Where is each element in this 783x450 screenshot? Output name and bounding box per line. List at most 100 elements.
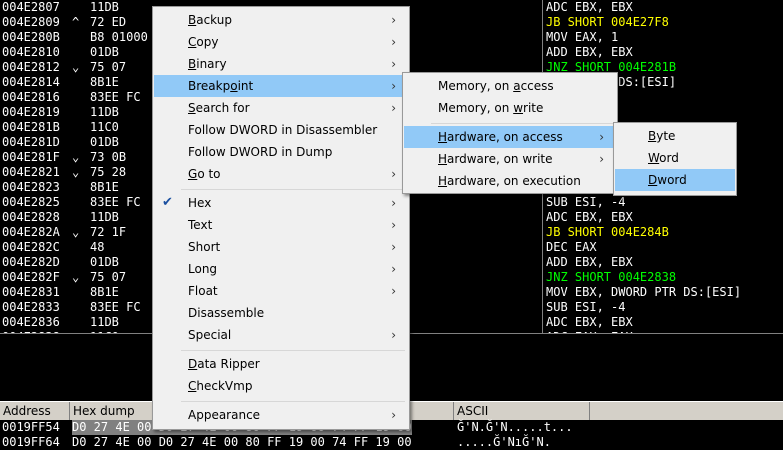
dump-header-address[interactable]: Address [0, 402, 70, 420]
disasm-bytes: B8 01000 [90, 30, 148, 44]
dump-ascii: Ğ'N.Ğ'N.....t... [457, 420, 573, 434]
menu-item-label: Memory, on write [438, 101, 544, 115]
disasm-address: 004E2814 [2, 75, 60, 89]
disasm-address: 004E2812 [2, 60, 60, 74]
disasm-instruction: ADC EBX, EBX [546, 210, 633, 224]
disasm-address: 004E2807 [2, 0, 60, 14]
chevron-right-icon: › [391, 13, 396, 27]
menu-item-go-to[interactable]: Go to › [154, 163, 408, 185]
menu-item-label: Byte [648, 129, 676, 143]
disasm-address: 004E281D [2, 135, 60, 149]
menu-item-label: Follow DWORD in Dump [188, 145, 333, 159]
menu-item-long[interactable]: Long › [154, 258, 408, 280]
disasm-bytes: 11DB [90, 210, 119, 224]
chevron-right-icon: › [391, 57, 396, 71]
menu-item-byte[interactable]: Byte [615, 125, 735, 147]
menu-item-text[interactable]: Text › [154, 214, 408, 236]
menu-item-label: CheckVmp [188, 379, 253, 393]
menu-item-label: Copy [188, 35, 219, 49]
chevron-right-icon: › [391, 35, 396, 49]
disasm-address: 004E2833 [2, 300, 60, 314]
disasm-address: 004E280B [2, 30, 60, 44]
menu-item-appearance[interactable]: Appearance › [154, 404, 408, 426]
menu-item-special[interactable]: Special › [154, 324, 408, 346]
dump-row[interactable]: 0019FF64 D0 27 4E 00 D0 27 4E 00 80 FF 19… [0, 435, 783, 450]
disasm-instruction: ADC EBX, EBX [546, 0, 633, 14]
disasm-instruction: MOV EAX, 1 [546, 30, 619, 44]
chevron-right-icon: › [391, 79, 396, 93]
disasm-address: 004E2821 [2, 165, 60, 179]
menu-item-label: Hex [188, 196, 212, 210]
menu-item-memory-on-access[interactable]: Memory, on access [404, 75, 616, 97]
menu-item-label: Search for [188, 101, 250, 115]
menu-item-hex[interactable]: ✔ Hex › [154, 192, 408, 214]
chevron-right-icon: › [391, 101, 396, 115]
disasm-instruction: JNZ SHORT 004E2838 [546, 270, 677, 284]
menu-item-copy[interactable]: Copy › [154, 31, 408, 53]
menu-item-binary[interactable]: Binary › [154, 53, 408, 75]
disasm-bytes: 01DB [90, 45, 119, 59]
chevron-right-icon: › [391, 262, 396, 276]
disasm-address: 004E2828 [2, 210, 60, 224]
disasm-address: 004E2809 [2, 15, 60, 29]
disasm-bytes: 72 ED [90, 15, 127, 29]
disasm-address: 004E281F [2, 150, 60, 164]
hardware-size-submenu: Byte Word Dword [613, 122, 737, 196]
menu-item-label: Breakpoint [188, 79, 254, 93]
menu-item-follow-dword-in-dump[interactable]: Follow DWORD in Dump [154, 141, 408, 163]
disasm-instruction: JB SHORT 004E27F8 [546, 15, 669, 29]
menu-item-search-for[interactable]: Search for › [154, 97, 408, 119]
disasm-instruction: ADC EBX, EBX [546, 315, 633, 329]
menu-item-hardware-on-write[interactable]: Hardware, on write › [404, 148, 616, 170]
menu-separator [181, 189, 405, 190]
disasm-address: 004E282A [2, 225, 60, 239]
disasm-address: 004E282D [2, 255, 60, 269]
chevron-right-icon: › [391, 328, 396, 342]
menu-item-label: Data Ripper [188, 357, 260, 371]
disasm-instruction: ADD EBX, EBX [546, 255, 633, 269]
menu-item-float[interactable]: Float › [154, 280, 408, 302]
menu-item-word[interactable]: Word [615, 147, 735, 169]
menu-item-label: Long [188, 262, 218, 276]
dump-header-ascii[interactable]: ASCII [454, 402, 590, 420]
disasm-bytes: 11DB [90, 105, 119, 119]
menu-item-memory-on-write[interactable]: Memory, on write [404, 97, 616, 119]
chevron-right-icon: › [391, 167, 396, 181]
disasm-instruction: SUB ESI, -4 [546, 195, 626, 209]
menu-item-label: Go to [188, 167, 221, 181]
breakpoint-submenu: Memory, on access Memory, on write Hardwar… [402, 72, 618, 194]
menu-item-label: Hardware, on execution [438, 174, 581, 188]
disasm-address: 004E2819 [2, 105, 60, 119]
jump-arrow: ⌄ [72, 60, 80, 74]
jump-arrow: ^ [72, 15, 80, 29]
disasm-address: 004E2825 [2, 195, 60, 209]
disasm-bytes: 11C0 [90, 120, 119, 134]
disasm-address: 004E2831 [2, 285, 60, 299]
menu-item-hardware-on-execution[interactable]: Hardware, on execution [404, 170, 616, 192]
menu-item-breakpoint[interactable]: Breakpoint › [154, 75, 408, 97]
menu-item-disassemble[interactable]: Disassemble [154, 302, 408, 324]
menu-item-label: Float [188, 284, 218, 298]
menu-item-dword[interactable]: Dword [615, 169, 735, 191]
menu-item-label: Hardware, on access [438, 130, 563, 144]
menu-item-hardware-on-access[interactable]: Hardware, on access › [404, 126, 616, 148]
menu-item-follow-dword-in-disassembler[interactable]: Follow DWORD in Disassembler [154, 119, 408, 141]
jump-arrow: ⌄ [72, 150, 80, 164]
disasm-address: 004E2823 [2, 180, 60, 194]
menu-item-checkvmp[interactable]: CheckVmp [154, 375, 408, 397]
menu-item-label: Follow DWORD in Disassembler [188, 123, 378, 137]
menu-item-label: Disassemble [188, 306, 265, 320]
menu-item-label: Text [188, 218, 213, 232]
disasm-address: 004E2836 [2, 315, 60, 329]
disasm-instruction: JB SHORT 004E284B [546, 225, 669, 239]
chevron-right-icon: › [391, 218, 396, 232]
disasm-bytes: 11DB [90, 315, 119, 329]
menu-separator [431, 123, 613, 124]
menu-item-backup[interactable]: Backup › [154, 9, 408, 31]
disasm-instruction: DEC EAX [546, 240, 597, 254]
menu-item-data-ripper[interactable]: Data Ripper [154, 353, 408, 375]
menu-item-label: Appearance [188, 408, 261, 422]
disasm-instruction: MOV EBX, DWORD PTR DS:[ESI] [546, 285, 742, 299]
menu-item-short[interactable]: Short › [154, 236, 408, 258]
disasm-bytes: 01DB [90, 135, 119, 149]
